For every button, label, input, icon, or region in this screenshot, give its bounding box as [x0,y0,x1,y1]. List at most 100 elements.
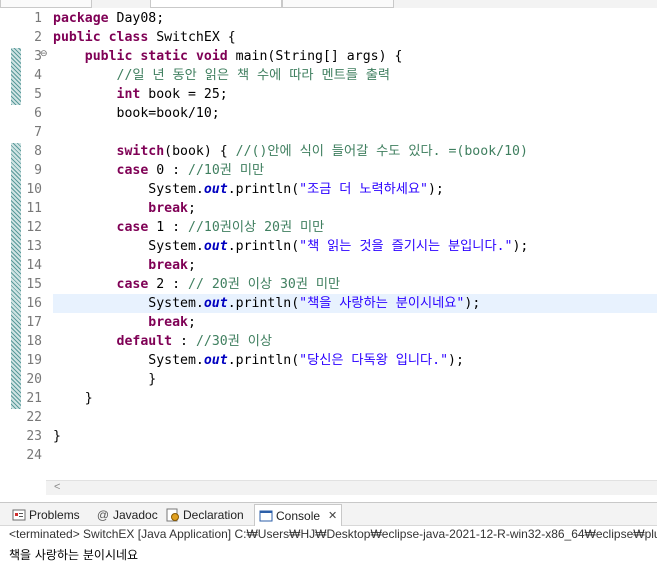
code-token: .println( [227,182,300,197]
line-number: 6 [34,106,42,121]
code-token: ; [187,315,196,330]
line-number-gutter: 1 2 3 4 5 6 7 8 9 10 11 12 13 14 15 16 17 18 19 20 21 22 23 24 [22,8,46,478]
code-line[interactable]: break; [53,256,657,275]
code-line[interactable]: case 0 : //10권 미만 [53,161,657,180]
code-line[interactable]: System.out.println("조금 더 노력하세요"); [53,180,657,199]
code-line[interactable] [53,446,657,465]
editor-tab[interactable] [150,0,282,8]
code-token: .println( [227,296,300,311]
line-number: 23 [26,429,42,444]
close-icon[interactable]: ✕ [328,509,337,522]
code-line[interactable]: public static void main(String[] args) { [53,47,657,66]
code-token: ; [187,258,196,273]
line-number: 24 [26,448,42,463]
code-token: ); [464,296,481,311]
keyword-token: int [116,87,141,102]
code-token: ); [512,239,529,254]
code-line[interactable]: package Day08; [53,9,657,28]
string-token: "조금 더 노력하세요" [299,182,428,197]
code-line[interactable]: } [53,389,657,408]
code-line[interactable]: System.out.println("책을 사랑하는 분이시네요"); [53,294,657,313]
javadoc-icon: @ [96,507,110,522]
editor-tab[interactable] [0,0,92,8]
string-token: "책 읽는 것을 즐기시는 분입니다." [299,239,513,254]
field-token: out [203,182,228,197]
code-line[interactable]: int book = 25; [53,85,657,104]
code-token: System. [53,296,204,311]
code-token: .println( [227,239,300,254]
editor-tab[interactable] [282,0,394,8]
console-view: Problems @ Javadoc Declaration Console ✕… [0,502,657,577]
comment-token: //30권 이상 [195,334,273,349]
problems-icon [12,508,26,522]
code-line[interactable]: switch(book) { //()안에 식이 들어갈 수도 있다. =(bo… [53,142,657,161]
code-token: : [172,334,196,349]
fold-collapse-icon[interactable]: ⊖ [40,49,48,59]
code-token: 1 : [148,220,188,235]
console-output[interactable]: 책을 사랑하는 분이시네요 [9,546,138,563]
tab-problems[interactable]: Problems [12,505,80,524]
code-line[interactable]: System.out.println("당신은 다독왕 입니다."); [53,351,657,370]
line-number: 1 [34,11,42,26]
line-number: 15 [26,277,42,292]
code-line[interactable]: } [53,370,657,389]
code-line[interactable]: book=book/10; [53,104,657,123]
keyword-token: break [148,201,188,216]
code-line[interactable]: break; [53,199,657,218]
code-token: .println( [227,353,300,368]
code-token: 0 : [148,163,188,178]
code-token: SwitchEX { [148,30,236,45]
line-number: 21 [26,391,42,406]
keyword-token: package [53,11,109,26]
code-line[interactable]: default : //30권 이상 [53,332,657,351]
code-line[interactable]: //일 년 동안 읽은 책 수에 따라 멘트를 출력 [53,66,657,85]
code-line[interactable] [53,408,657,427]
keyword-token: break [148,315,188,330]
line-number: 17 [26,315,42,330]
string-token: "책을 사랑하는 분이시네요" [299,296,465,311]
comment-token: //일 년 동안 읽은 책 수에 따라 멘트를 출력 [116,68,391,83]
tab-javadoc[interactable]: @ Javadoc [96,505,158,524]
code-token: } [53,391,93,406]
code-token: System. [53,182,204,197]
code-line[interactable] [53,123,657,142]
code-token: book=book/10; [53,106,220,121]
code-token: ; [187,201,196,216]
console-icon [259,509,273,523]
tab-label: Problems [29,507,80,522]
change-marker [11,48,21,105]
code-token: ); [427,182,444,197]
tab-console[interactable]: Console ✕ [254,504,343,526]
line-number: 5 [34,87,42,102]
comment-token: // 20권 이상 30권 미만 [188,277,341,292]
code-line[interactable]: case 1 : //10권이상 20권 미만 [53,218,657,237]
code-token: Day08; [108,11,165,26]
line-number: 7 [34,125,42,140]
code-token: System. [53,353,204,368]
code-line[interactable]: case 2 : // 20권 이상 30권 미만 [53,275,657,294]
code-editor[interactable]: 1 2 3 4 5 6 7 8 9 10 11 12 13 14 15 16 17 18 19 20 21 22 23 24 … [0,8,657,495]
code-line[interactable]: public class SwitchEX { [53,28,657,47]
declaration-icon [166,508,180,522]
code-line[interactable]: System.out.println("책 읽는 것을 즐기시는 분입니다.")… [53,237,657,256]
code-token: } [53,372,157,387]
comment-token: //10권 미만 [188,163,265,178]
line-number: 20 [26,372,42,387]
code-line[interactable]: } [53,427,657,446]
horizontal-scrollbar[interactable]: < [46,480,657,495]
code-line[interactable]: break; [53,313,657,332]
tab-declaration[interactable]: Declaration [166,505,244,524]
tab-label: Console [276,508,321,523]
line-number: 22 [26,410,42,425]
scroll-left-icon[interactable]: < [54,481,60,493]
string-token: "당신은 다독왕 입니다." [299,353,449,368]
